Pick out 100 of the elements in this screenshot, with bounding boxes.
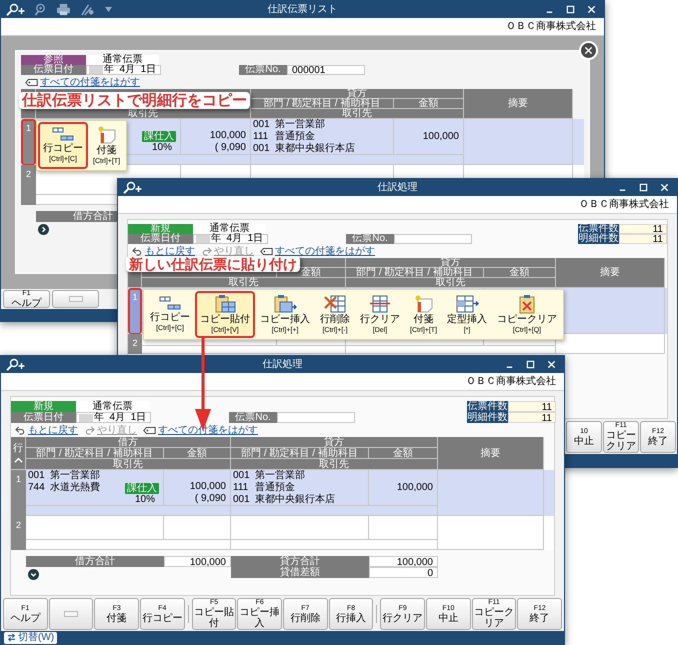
blank-icon [68,296,82,302]
window-title: 仕訳処理 [262,358,302,370]
count-label: 伝票件数 [578,224,619,234]
total-value: 100,000 [164,556,231,567]
magnifier-icon[interactable] [34,3,47,16]
window-title: 仕訳処理 [378,182,418,194]
row-number[interactable]: 2 [21,165,36,205]
remove-notes-link[interactable]: すべての付箋をはがす [40,76,140,88]
account-code: 001 [28,470,46,482]
grid-cross-icon [323,294,347,314]
column-header: 摘要 [438,437,544,470]
tax-amount: ( 9,090 [194,493,226,505]
tag-icon [25,78,38,86]
printer-icon[interactable] [56,3,71,16]
date-field[interactable]: 年 4月 1日 [193,234,268,244]
redo-icon [84,426,95,434]
total-value: 0 [369,567,438,578]
caret-icon[interactable] [104,6,113,13]
total-label: 貸方合計 [231,556,369,567]
column-header: 部門 / 勘定科目 / 補助科目 [26,448,164,459]
close-icon [584,46,593,55]
column-header: 取引先 [142,278,346,288]
maximize-icon[interactable] [526,360,535,369]
close-icon[interactable] [660,183,669,192]
count-label: 明細件数 [467,412,508,423]
column-header: 部門 / 勘定科目 / 補助科目 [251,99,394,109]
row-number[interactable]: 2 [11,516,26,550]
account-code: 001 [253,143,271,155]
field-label: 伝票No. [229,412,277,423]
redacted-block [79,414,93,422]
row-number[interactable]: 1 [11,470,26,516]
company-name: ＯＢＣ商事株式会社 [506,20,596,32]
count-value: 11 [619,224,667,234]
copy-rows-icon [158,294,182,312]
row-number[interactable]: 1 [21,119,36,165]
collapse-icon[interactable] [14,457,22,463]
total-label: 貸借差額 [231,567,369,578]
remove-notes-link[interactable]: すべての付箋をはがす [275,246,375,256]
pen-icon[interactable] [80,3,95,16]
undo-link[interactable]: もとに戻す [145,246,195,256]
account-name: 東都中央銀行本店 [255,494,335,506]
copy-rows-icon [51,125,75,143]
column-header: 金額 [394,99,464,109]
chevron-right-icon[interactable] [38,224,49,234]
row-number[interactable]: 2 [128,334,142,354]
window-title: 仕訳伝票リスト [268,4,338,16]
field-label: 伝票日付 [128,234,193,244]
search-plus-icon[interactable] [122,180,142,194]
count-label: 伝票件数 [467,401,508,412]
close-button[interactable] [579,41,598,60]
close-icon[interactable] [587,5,596,14]
switch-button[interactable]: 切替(W) [4,632,58,644]
voucher-type: 通常伝票 [193,224,266,234]
mode-badge: 新規 [11,401,76,412]
tax-rate: 10% [134,494,156,506]
column-header: 金額 [484,268,556,278]
number-field[interactable] [394,234,472,244]
chevron-down-icon[interactable] [28,568,39,580]
column-header: 取引先 [231,459,438,470]
mode-badge: 参照 [21,55,86,65]
tax-badge: 課仕入 [125,482,159,494]
company-name: ＯＢＣ商事株式会社 [579,198,669,210]
redacted-block [196,235,210,243]
voucher-type: 通常伝票 [76,401,149,412]
maximize-icon[interactable] [566,5,575,14]
account-name: 普通預金 [255,482,295,494]
maximize-icon[interactable] [639,183,648,192]
column-header: 行 [13,443,23,454]
account-code: 001 [233,470,251,482]
number-field[interactable]: 000001 [287,65,365,75]
column-header: 借方 [26,437,231,448]
account-code: 744 [28,482,46,494]
tag-icon [143,426,156,434]
account-name: 第一営業部 [255,470,305,482]
account-code: 001 [253,119,271,131]
count-value: 11 [619,234,667,244]
account-name: 水道光熱費 [50,482,100,494]
field-label: 伝票日付 [21,65,86,75]
close-icon[interactable] [547,360,556,369]
column-header: 貸方 [251,89,464,99]
account-name: 第一営業部 [275,119,325,130]
blank-icon [64,611,78,617]
column-header: 摘要 [556,258,665,288]
undo-icon [132,246,143,256]
account-code: 111 [253,131,270,143]
amount-value: 100,000 [396,482,433,494]
number-field[interactable] [277,412,355,423]
grid-arrow-icon [454,294,480,314]
field-label: 伝票日付 [11,412,76,423]
column-header: 取引先 [251,109,464,119]
clipboard-icon [213,294,237,314]
account-code: 001 [233,494,251,506]
search-plus-icon[interactable] [5,358,25,372]
grid-strike-icon [368,294,392,314]
date-field[interactable]: 年 4月 1日 [86,65,161,75]
search-plus-icon[interactable] [5,2,25,16]
date-field[interactable]: 年 4月 1日 [76,412,151,423]
account-name: 東都中央銀行本店 [275,143,355,155]
undo-link[interactable]: もとに戻す [28,424,78,436]
tax-rate: 10% [152,142,173,154]
